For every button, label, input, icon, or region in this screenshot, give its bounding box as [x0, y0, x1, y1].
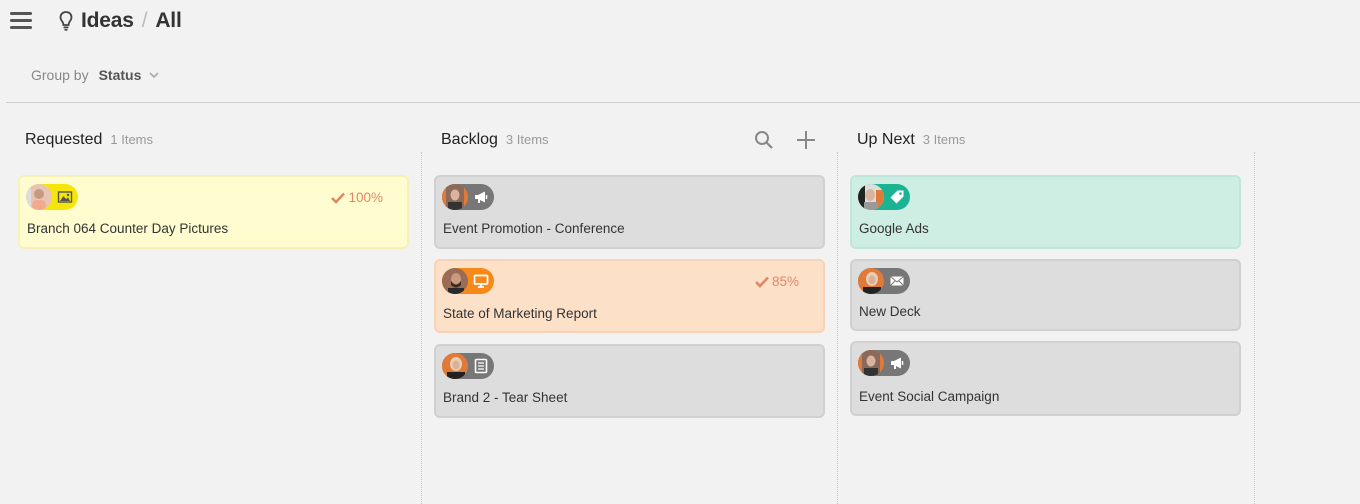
card[interactable]: New Deck: [850, 259, 1241, 331]
card-badge: [442, 353, 494, 379]
image-icon: [57, 191, 73, 203]
avatar[interactable]: [26, 184, 52, 210]
breadcrumb-ideas[interactable]: Ideas: [81, 9, 134, 32]
lightbulb-icon: [59, 11, 73, 31]
column-title: Up Next: [857, 131, 915, 148]
card-title: New Deck: [859, 304, 921, 319]
card-title: Event Social Campaign: [859, 389, 1000, 404]
hamburger-menu-icon[interactable]: [10, 12, 32, 30]
card[interactable]: Google Ads: [850, 175, 1241, 249]
plus-icon[interactable]: [796, 130, 816, 150]
avatar[interactable]: [442, 268, 468, 294]
chevron-down-icon[interactable]: [149, 70, 159, 80]
column-header: Up Next 3 Items: [857, 131, 965, 149]
checkmark-icon: [755, 276, 769, 288]
group-by-label: Group by: [31, 67, 89, 83]
progress-value: 85%: [771, 274, 799, 289]
group-by-select[interactable]: Status: [99, 67, 142, 83]
card-badge: [442, 184, 494, 210]
group-by-control: Group by Status: [31, 67, 159, 83]
column-tools: [754, 130, 816, 150]
avatar[interactable]: [858, 350, 884, 376]
card-badge: [442, 268, 494, 294]
checkmark-icon: [331, 192, 346, 204]
megaphone-icon: [891, 357, 904, 369]
column-header: Backlog 3 Items: [441, 131, 549, 149]
column-title: Requested: [25, 131, 103, 148]
card[interactable]: Event Social Campaign: [850, 341, 1241, 416]
card-title: State of Marketing Report: [443, 306, 597, 321]
progress-indicator: 100%: [331, 190, 383, 205]
avatar[interactable]: [858, 184, 884, 210]
monitor-icon: [473, 274, 489, 288]
column-title: Backlog: [441, 131, 498, 148]
column-up-next: Up Next 3 Items Google Ads New Deck Even…: [837, 103, 1254, 504]
column-count: 1 Items: [110, 132, 154, 147]
breadcrumb-all: All: [155, 9, 182, 32]
card-badge: [858, 268, 910, 294]
card-title: Google Ads: [859, 221, 929, 236]
breadcrumb-separator: /: [141, 9, 148, 32]
column-requested: Requested 1 Items 100% Branch 064 Counte…: [0, 103, 421, 504]
tag-icon: [890, 190, 904, 204]
column-count: 3 Items: [922, 132, 966, 147]
card-title: Event Promotion - Conference: [443, 221, 625, 236]
card[interactable]: 100% Branch 064 Counter Day Pictures: [18, 175, 409, 249]
progress-value: 100%: [348, 190, 383, 205]
progress-indicator: 85%: [755, 274, 799, 289]
card[interactable]: Event Promotion - Conference: [434, 175, 825, 249]
search-icon[interactable]: [754, 130, 774, 150]
megaphone-icon: [475, 191, 488, 203]
envelope-icon: [890, 276, 904, 286]
card-badge: [858, 350, 910, 376]
column-count: 3 Items: [505, 132, 549, 147]
column-backlog: Backlog 3 Items Event Promotion - Confer…: [421, 103, 837, 504]
top-bar: Ideas / All: [0, 0, 1360, 46]
card[interactable]: Brand 2 - Tear Sheet: [434, 344, 825, 418]
card-title: Branch 064 Counter Day Pictures: [27, 221, 229, 236]
breadcrumb: Ideas / All: [81, 9, 182, 33]
document-icon: [474, 358, 488, 374]
card-badge: [858, 184, 910, 210]
column-header: Requested 1 Items: [25, 131, 153, 149]
avatar[interactable]: [442, 353, 468, 379]
avatar[interactable]: [858, 268, 884, 294]
column-divider: [1254, 152, 1255, 504]
card-badge: [26, 184, 78, 210]
avatar[interactable]: [442, 184, 468, 210]
card-title: Brand 2 - Tear Sheet: [443, 390, 568, 405]
card[interactable]: 85% State of Marketing Report: [434, 259, 825, 333]
